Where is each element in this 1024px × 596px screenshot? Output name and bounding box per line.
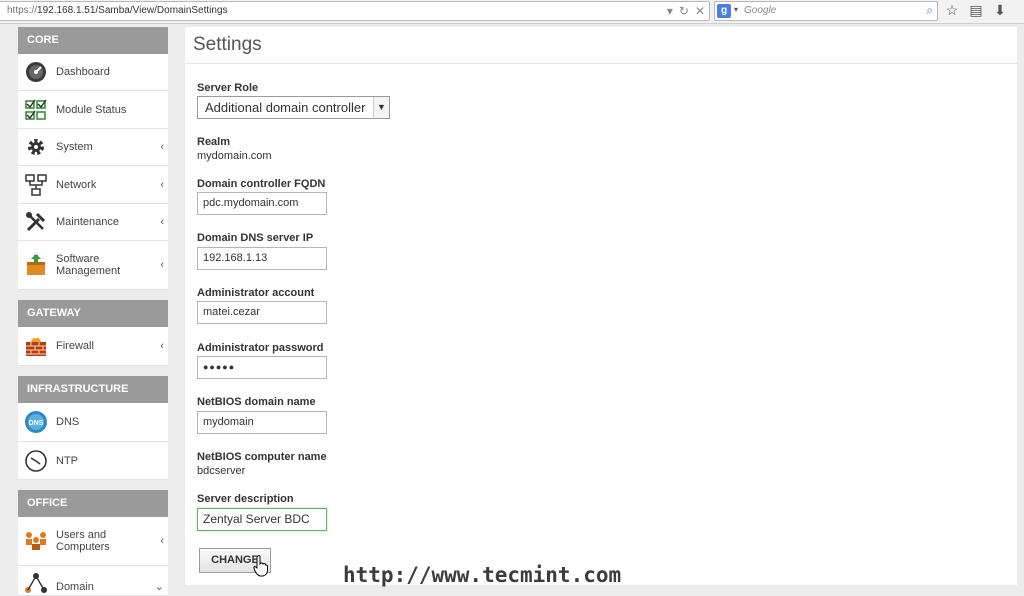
sidebar-item-module-status[interactable]: Module Status <box>18 91 168 129</box>
watermark-text: http://www.tecmint.com <box>343 563 622 587</box>
server-role-label: Server Role <box>197 82 259 94</box>
sidebar-item-network[interactable]: Network ‹ <box>18 166 168 204</box>
chevron-down-icon: ▼ <box>373 97 389 118</box>
firewall-icon <box>24 334 48 358</box>
sidebar-item-label: Domain <box>56 581 94 593</box>
tools-icon <box>24 210 48 234</box>
admin-password-input[interactable]: ●●●●● <box>197 356 327 379</box>
address-url: https://192.168.1.51/Samba/View/DomainSe… <box>7 5 228 16</box>
browser-toolbar: https://192.168.1.51/Samba/View/DomainSe… <box>0 0 1024 24</box>
admin-account-input[interactable]: matei.cezar <box>197 301 327 324</box>
settings-panel: Settings Server Role Additional domain c… <box>185 27 1017 585</box>
realm-value: mydomain.com <box>197 150 272 162</box>
netbios-domain-label: NetBIOS domain name <box>197 396 316 408</box>
section-heading-office: OFFICE <box>18 490 168 517</box>
address-bar[interactable]: https://192.168.1.51/Samba/View/DomainSe… <box>0 1 710 21</box>
chevron-left-icon: ‹ <box>160 141 164 153</box>
section-heading-gateway: GATEWAY <box>18 300 168 327</box>
sidebar-item-label: Module Status <box>56 103 127 116</box>
checklist-icon <box>24 98 48 122</box>
admin-password-label: Administrator password <box>197 342 324 354</box>
netbios-domain-input[interactable]: mydomain <box>197 411 327 434</box>
sidebar-item-firewall[interactable]: Firewall ‹ <box>18 327 168 366</box>
star-icon[interactable]: ☆ <box>944 2 960 19</box>
divider <box>185 63 1017 64</box>
users-icon <box>24 529 48 553</box>
search-bar[interactable]: g ▾ Google ⌕ <box>714 1 938 21</box>
section-heading-infrastructure: INFRASTRUCTURE <box>18 376 168 403</box>
sidebar-item-domain[interactable]: Domain ⌄ <box>18 566 168 596</box>
admin-account-label: Administrator account <box>197 287 315 299</box>
sidebar-item-maintenance[interactable]: Maintenance ‹ <box>18 204 168 241</box>
chevron-left-icon: ‹ <box>160 340 164 352</box>
dns-ip-label: Domain DNS server IP <box>197 232 314 244</box>
dashboard-gauge-icon <box>24 60 48 84</box>
sidebar-item-label: Users and Computers <box>56 529 110 553</box>
chevron-left-icon: ‹ <box>160 178 164 191</box>
sidebar-item-label: Firewall <box>56 340 94 352</box>
chevron-left-icon: ‹ <box>160 216 164 228</box>
sidebar-item-users-and-computers[interactable]: Users and Computers ‹ <box>18 517 168 566</box>
dc-fqdn-label: Domain controller FQDN <box>197 178 326 190</box>
reload-icon[interactable]: ↻ <box>679 4 689 18</box>
domain-icon <box>24 571 48 595</box>
server-description-input[interactable]: Zentyal Server BDC <box>197 508 327 531</box>
server-description-label: Server description <box>197 493 294 505</box>
dropdown-arrow-icon[interactable]: ▾ <box>667 4 673 18</box>
sidebar-item-dns[interactable]: DNS DNS <box>18 403 168 442</box>
page-title: Settings <box>193 34 262 55</box>
sidebar-item-software-management[interactable]: Software Management ‹ <box>18 241 168 290</box>
network-icon <box>24 173 48 197</box>
clock-icon <box>24 449 48 473</box>
bookmarks-icon[interactable]: ▤ <box>968 2 984 19</box>
search-icon[interactable]: ⌕ <box>926 3 933 18</box>
dc-fqdn-input[interactable]: pdc.mydomain.com <box>197 192 327 215</box>
package-icon <box>24 253 48 277</box>
sidebar-item-label: Software Management <box>56 253 121 277</box>
sidebar-item-system[interactable]: System ‹ <box>18 129 168 166</box>
gear-icon <box>24 135 48 159</box>
sidebar-item-label: Maintenance <box>56 216 119 228</box>
svg-text:DNS: DNS <box>29 420 44 427</box>
chevron-left-icon: ‹ <box>160 535 164 547</box>
close-icon[interactable]: ✕ <box>695 4 705 18</box>
dns-globe-icon: DNS <box>24 410 48 434</box>
netbios-computer-label: NetBIOS computer name <box>197 451 327 463</box>
sidebar-item-label: NTP <box>56 454 78 467</box>
sidebar-item-label: Dashboard <box>56 66 110 78</box>
realm-label: Realm <box>197 136 231 148</box>
sidebar-item-label: Network <box>56 178 97 191</box>
sidebar-item-ntp[interactable]: NTP <box>18 442 168 480</box>
sidebar-item-label: DNS <box>56 416 80 428</box>
sidebar: CORE Dashboard Module Status System ‹ Ne… <box>18 27 168 596</box>
section-heading-core: CORE <box>18 27 168 54</box>
hand-cursor-icon <box>253 555 268 577</box>
download-icon[interactable]: ⬇ <box>992 2 1008 19</box>
dns-ip-input[interactable]: 192.168.1.13 <box>197 247 327 270</box>
google-g-icon[interactable]: g <box>717 4 731 18</box>
chevron-down-icon[interactable]: ▾ <box>734 5 738 14</box>
search-placeholder: Google <box>744 5 777 16</box>
chevron-down-icon: ⌄ <box>154 581 164 593</box>
netbios-computer-value: bdcserver <box>197 465 246 477</box>
server-role-select[interactable]: Additional domain controller ▼ <box>197 96 390 119</box>
chevron-left-icon: ‹ <box>160 259 164 271</box>
sidebar-item-dashboard[interactable]: Dashboard <box>18 54 168 91</box>
sidebar-item-label: System <box>56 141 93 153</box>
